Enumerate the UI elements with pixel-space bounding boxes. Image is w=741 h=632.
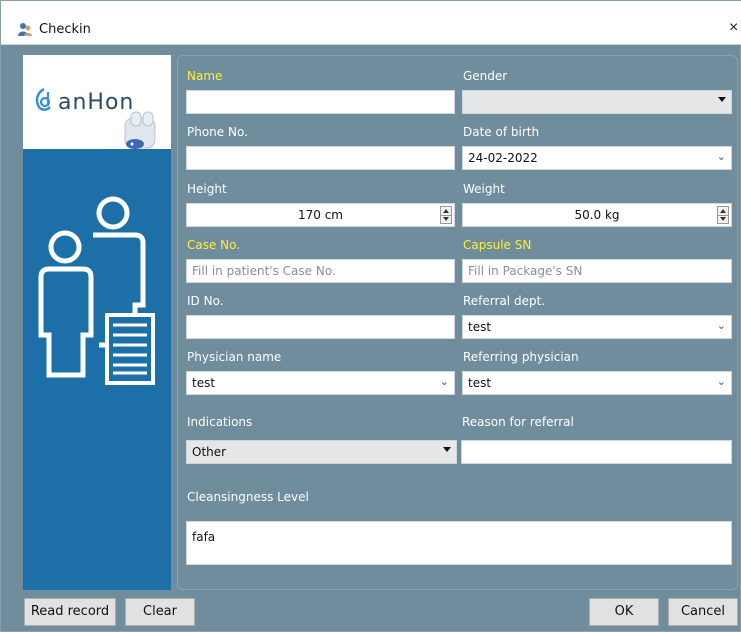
chevron-down-icon: ⌄ <box>716 375 726 388</box>
patient-document-icon <box>38 196 155 385</box>
referral-dept-label: Referral dept. <box>463 294 546 308</box>
referring-physician-label: Referring physician <box>463 350 579 364</box>
chevron-down-icon: ⌄ <box>439 375 449 388</box>
side-illustration: anHon <box>23 55 171 590</box>
weight-label: Weight <box>463 182 505 196</box>
window-title: Checkin <box>39 22 91 37</box>
height-spinbox[interactable]: 170 cm <box>186 203 455 227</box>
cleansing-label: Cleansingness Level <box>187 490 309 504</box>
phone-input[interactable] <box>186 146 455 170</box>
referral-dept-value: test <box>468 320 492 334</box>
name-input[interactable] <box>186 90 455 114</box>
phone-label: Phone No. <box>187 125 248 139</box>
checkin-dialog: Checkin × anHon Name Gender Phone No. Da… <box>0 0 741 632</box>
cancel-button[interactable]: Cancel <box>668 598 738 626</box>
case-no-input[interactable]: Fill in patient's Case No. <box>186 259 455 283</box>
user-icon <box>18 23 32 36</box>
dob-value: 24-02-2022 <box>468 151 538 165</box>
height-label: Height <box>187 182 227 196</box>
cleansing-textarea[interactable]: fafa <box>186 521 732 565</box>
id-no-label: ID No. <box>187 294 224 308</box>
name-label: Name <box>187 69 223 83</box>
case-no-label: Case No. <box>187 238 241 252</box>
indications-select[interactable]: Other <box>186 440 457 464</box>
reason-label: Reason for referral <box>462 415 574 429</box>
referral-dept-select[interactable]: test ⌄ <box>462 315 732 339</box>
height-value: 170 cm <box>297 208 343 222</box>
dob-label: Date of birth <box>463 125 540 139</box>
physician-value: test <box>192 376 216 390</box>
anhon-logo-icon <box>35 88 51 111</box>
indications-label: Indications <box>187 415 253 429</box>
gender-select[interactable] <box>462 90 732 114</box>
clear-button[interactable]: Clear <box>125 598 195 626</box>
title-bar: Checkin × <box>1 1 741 45</box>
physician-label: Physician name <box>187 350 282 364</box>
reason-input[interactable] <box>461 440 732 464</box>
capsule-sn-label: Capsule SN <box>463 238 532 252</box>
close-icon[interactable]: × <box>729 19 738 37</box>
indications-value: Other <box>192 445 227 459</box>
weight-spin-buttons[interactable] <box>717 206 729 224</box>
physician-select[interactable]: test ⌄ <box>186 371 455 395</box>
weight-spinbox[interactable]: 50.0 kg <box>462 203 732 227</box>
dropdown-arrow-icon <box>718 97 726 102</box>
capsule-sn-input[interactable]: Fill in Package's SN <box>462 259 732 283</box>
dob-picker[interactable]: 24-02-2022 ⌄ <box>462 146 732 170</box>
logo-area: anHon <box>23 55 171 149</box>
gender-label: Gender <box>463 69 508 83</box>
capsule-device-icon <box>124 111 156 149</box>
ok-button[interactable]: OK <box>589 598 659 626</box>
chevron-down-icon: ⌄ <box>716 319 726 332</box>
chevron-down-icon: ⌄ <box>716 150 726 163</box>
dropdown-arrow-icon <box>443 447 451 452</box>
read-record-button[interactable]: Read record <box>24 598 116 626</box>
referring-physician-select[interactable]: test ⌄ <box>462 371 732 395</box>
id-no-input[interactable] <box>186 315 455 339</box>
referring-physician-value: test <box>468 376 492 390</box>
height-spin-buttons[interactable] <box>440 206 452 224</box>
weight-value: 50.0 kg <box>574 208 620 222</box>
